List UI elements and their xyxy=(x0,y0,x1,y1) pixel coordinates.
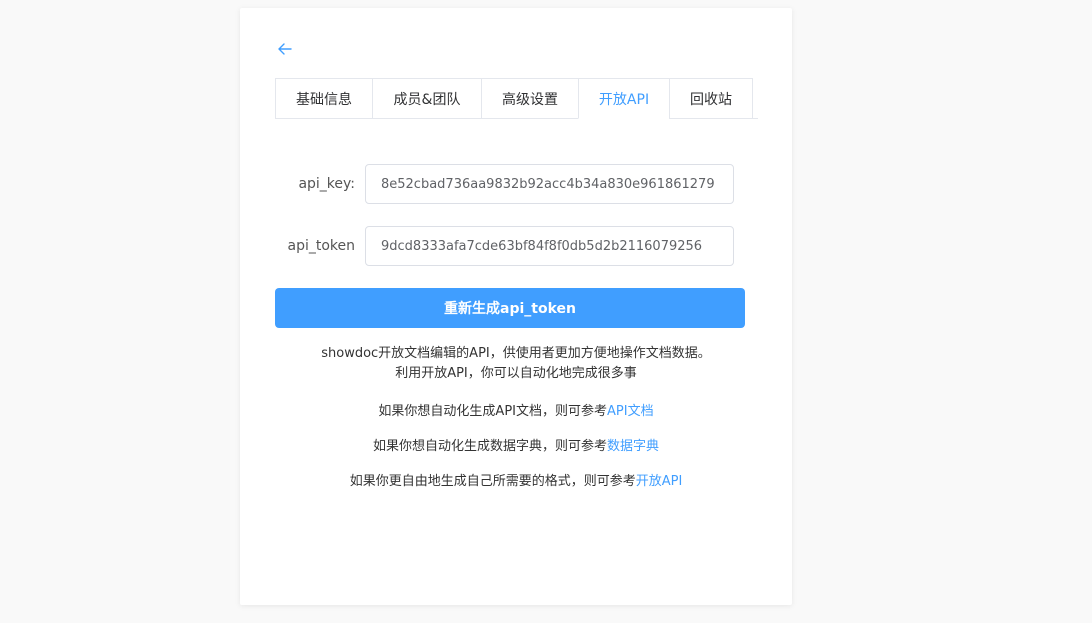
api-key-row: api_key: xyxy=(275,164,734,204)
api-token-row: api_token xyxy=(275,226,734,266)
api-key-label: api_key: xyxy=(298,176,355,192)
description-line-2: 利用开放API，你可以自动化地完成很多事 xyxy=(395,366,637,381)
note-api-doc: 如果你想自动化生成API文档，则可参考API文档 xyxy=(240,400,792,419)
regenerate-token-button[interactable]: 重新生成api_token xyxy=(275,288,745,328)
note-open-api: 如果你更自由地生成自己所需要的格式，则可参考开放API xyxy=(240,470,792,489)
data-dictionary-link[interactable]: 数据字典 xyxy=(607,439,659,454)
open-api-link[interactable]: 开放API xyxy=(636,474,683,489)
note-open-api-text: 如果你更自由地生成自己所需要的格式，则可参考 xyxy=(349,474,636,489)
tab-open-api[interactable]: 开放API xyxy=(578,78,669,119)
note-data-dictionary-text: 如果你想自动化生成数据字典，则可参考 xyxy=(372,439,607,454)
api-description: showdoc开放文档编辑的API，供使用者更加方便地操作文档数据。 利用开放A… xyxy=(240,344,792,384)
api-token-input[interactable] xyxy=(365,226,734,266)
settings-card: 基础信息 成员&团队 高级设置 开放API 回收站 api_key: api_t… xyxy=(240,8,792,605)
description-line-1: showdoc开放文档编辑的API，供使用者更加方便地操作文档数据。 xyxy=(321,346,711,361)
note-data-dictionary: 如果你想自动化生成数据字典，则可参考数据字典 xyxy=(240,435,792,454)
note-api-doc-text: 如果你想自动化生成API文档，则可参考 xyxy=(378,404,607,419)
back-arrow-icon[interactable] xyxy=(276,40,294,58)
tab-basic-info[interactable]: 基础信息 xyxy=(275,78,372,118)
api-doc-link[interactable]: API文档 xyxy=(607,404,654,419)
tab-recycle-bin[interactable]: 回收站 xyxy=(669,78,753,118)
settings-tabs: 基础信息 成员&团队 高级设置 开放API 回收站 xyxy=(275,78,758,119)
tab-advanced-settings[interactable]: 高级设置 xyxy=(481,78,578,118)
api-key-input[interactable] xyxy=(365,164,734,204)
tab-members-teams[interactable]: 成员&团队 xyxy=(372,78,481,118)
api-token-label: api_token xyxy=(287,238,355,254)
